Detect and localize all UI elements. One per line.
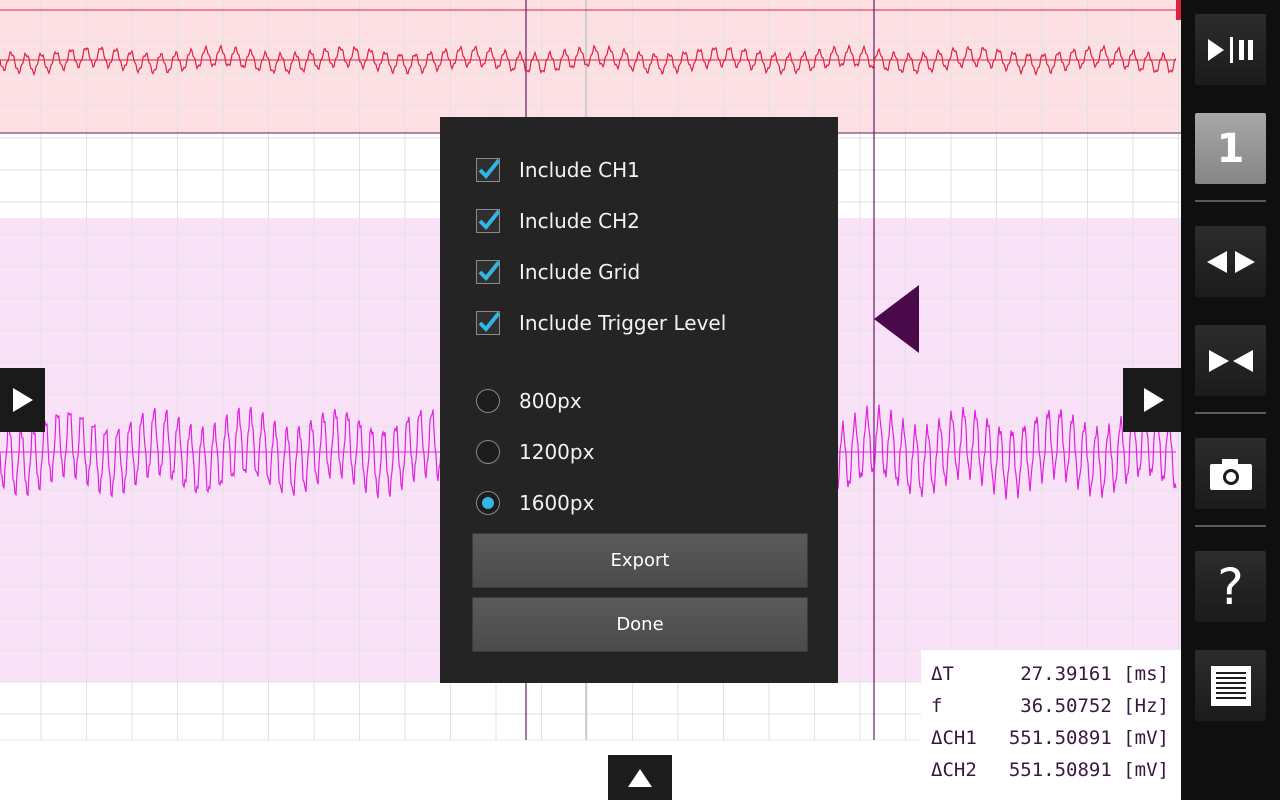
arrows-outward-icon xyxy=(1206,250,1255,273)
list-icon xyxy=(1210,665,1251,706)
option-label: Include CH1 xyxy=(519,158,640,182)
scroll-left-button[interactable] xyxy=(0,368,45,432)
resolution-1200-radio[interactable] xyxy=(476,440,500,464)
include-ch1-checkbox[interactable] xyxy=(476,158,501,182)
channel-select-button[interactable]: 1 xyxy=(1195,113,1266,184)
include-ch2-option[interactable]: Include CH2 xyxy=(476,203,640,239)
triangle-up-icon xyxy=(628,768,652,787)
menu-button[interactable] xyxy=(1195,650,1266,721)
side-toolbar: 1 ? xyxy=(1181,0,1280,800)
include-grid-option[interactable]: Include Grid xyxy=(476,254,640,290)
resolution-1200-option[interactable]: 1200px xyxy=(476,434,594,470)
resolution-1600-option[interactable]: 1600px xyxy=(476,485,594,521)
option-label: 800px xyxy=(519,389,582,413)
readout-value: 551.50891 [mV] xyxy=(1008,727,1169,749)
export-button[interactable]: Export xyxy=(472,533,808,588)
play-pause-icon xyxy=(1207,36,1253,63)
toolbar-divider xyxy=(1195,200,1266,202)
measurement-readout: ΔT 27.39161 [ms] f 36.50752 [Hz] ΔCH1 55… xyxy=(921,650,1181,800)
resolution-1600-radio[interactable] xyxy=(476,491,500,515)
readout-value: 551.50891 [mV] xyxy=(1008,759,1169,781)
checkmark-icon xyxy=(478,158,501,179)
play-icon xyxy=(12,388,33,412)
done-button[interactable]: Done xyxy=(472,597,808,652)
readout-label: ΔCH2 xyxy=(931,759,977,781)
bottom-drawer-toggle[interactable] xyxy=(608,755,672,800)
run-pause-button[interactable] xyxy=(1195,14,1266,85)
readout-row-frequency: f 36.50752 [Hz] xyxy=(931,695,1169,721)
option-label: Include Trigger Level xyxy=(519,311,727,335)
include-grid-checkbox[interactable] xyxy=(476,260,501,284)
option-label: Include Grid xyxy=(519,260,641,284)
arrows-inward-icon xyxy=(1208,349,1253,372)
play-icon xyxy=(1144,388,1164,412)
zoom-in-time-button[interactable] xyxy=(1195,325,1266,396)
checkmark-icon xyxy=(478,260,501,281)
toolbar-divider xyxy=(1195,525,1266,527)
readout-value: 36.50752 [Hz] xyxy=(1020,695,1169,717)
help-icon: ? xyxy=(1217,557,1244,616)
option-label: 1200px xyxy=(519,440,595,464)
export-dialog: Include CH1 Include CH2 Include Grid Inc… xyxy=(440,117,838,683)
option-label: 1600px xyxy=(519,491,595,515)
include-trigger-level-option[interactable]: Include Trigger Level xyxy=(476,305,726,341)
zoom-out-time-button[interactable] xyxy=(1195,226,1266,297)
toolbar-divider xyxy=(1195,412,1266,414)
readout-label: ΔT xyxy=(931,663,954,685)
readout-row-delta-ch1: ΔCH1 551.50891 [mV] xyxy=(931,727,1169,753)
checkmark-icon xyxy=(478,311,501,332)
readout-value: 27.39161 [ms] xyxy=(1020,663,1169,685)
camera-icon xyxy=(1209,458,1252,490)
scroll-right-button[interactable] xyxy=(1123,368,1185,432)
readout-row-delta-t: ΔT 27.39161 [ms] xyxy=(931,663,1169,689)
channel-number: 1 xyxy=(1216,125,1245,172)
include-ch1-option[interactable]: Include CH1 xyxy=(476,152,640,188)
resolution-800-option[interactable]: 800px xyxy=(476,383,582,419)
readout-label: f xyxy=(931,695,943,717)
resolution-800-radio[interactable] xyxy=(476,389,500,413)
checkmark-icon xyxy=(478,209,501,230)
include-trigger-level-checkbox[interactable] xyxy=(476,311,501,335)
option-label: Include CH2 xyxy=(519,209,640,233)
readout-label: ΔCH1 xyxy=(931,727,977,749)
readout-row-delta-ch2: ΔCH2 551.50891 [mV] xyxy=(931,759,1169,785)
trigger-level-marker[interactable] xyxy=(874,285,920,357)
screenshot-button[interactable] xyxy=(1195,438,1266,509)
help-button[interactable]: ? xyxy=(1195,551,1266,622)
include-ch2-checkbox[interactable] xyxy=(476,209,501,233)
